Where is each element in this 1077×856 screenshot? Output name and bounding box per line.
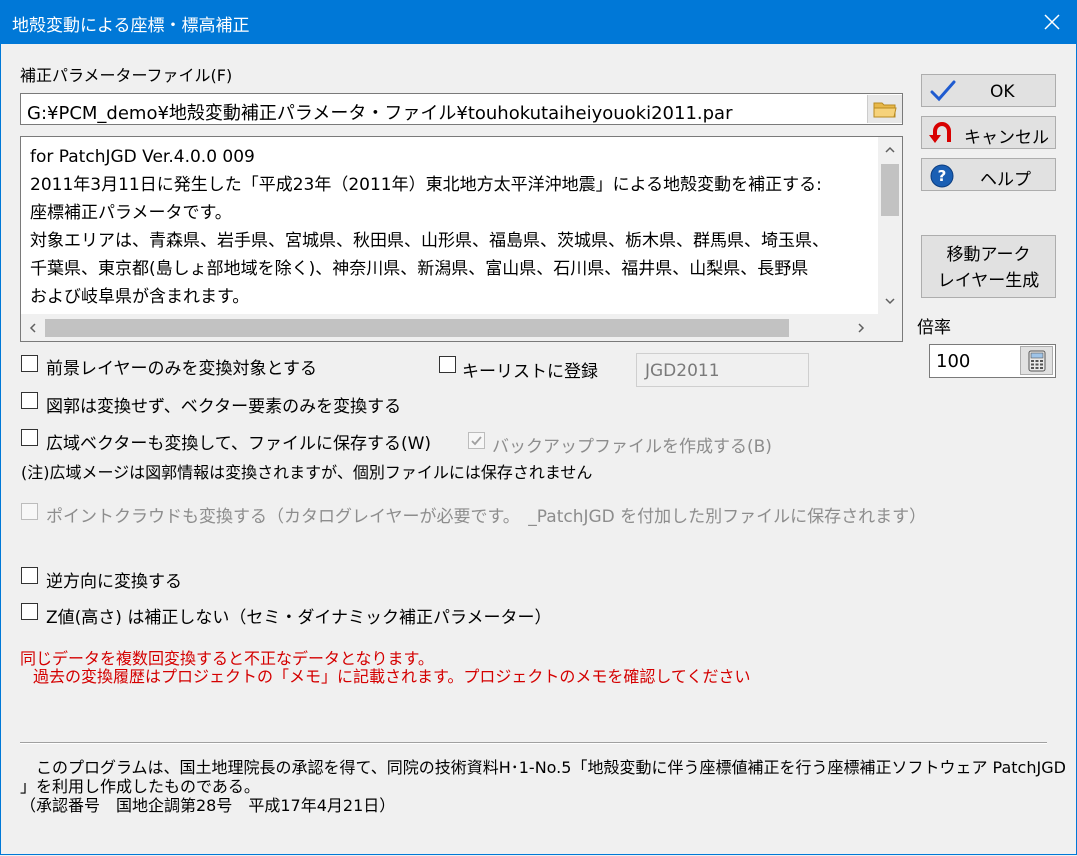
generate-move-arc-layer-button[interactable]: 移動アーク レイヤー生成 xyxy=(921,235,1056,298)
description-line: 千葉県、東京都(島しょ部地域を除く)、神奈川県、新潟県、富山県、石川県、福井県、… xyxy=(30,259,809,279)
param-file-path-text: G:¥PCM_demo¥地殻変動補正パラメータ・ファイル¥touhokutaih… xyxy=(27,103,733,124)
description-lines: for PatchJGD Ver.4.0.0 009 2011年3月11日に発生し… xyxy=(30,143,829,311)
title-bar: 地殻変動による座標・標高補正 xyxy=(0,0,1077,44)
no-z-correction-checkbox[interactable] xyxy=(21,603,38,620)
vertical-scroll-thumb[interactable] xyxy=(881,164,899,216)
reverse-label: 逆方向に変換する xyxy=(46,572,182,592)
notice-line-1: このプログラムは、国土地理院長の承認を得て、同院の技術資料H･1-No.5「地殻… xyxy=(20,758,1066,777)
vector-only-label: 図郭は変換せず、ベクター要素のみを変換する xyxy=(46,397,402,417)
cancel-label: キャンセル xyxy=(964,128,1049,148)
wide-vector-label: 広域ベクターも変換して、ファイルに保存する(W) xyxy=(46,434,432,454)
key-list-name-field[interactable]: JGD2011 xyxy=(636,353,809,387)
foreground-only-label: 前景レイヤーのみを変換対象とする xyxy=(46,359,317,379)
rate-value: 100 xyxy=(936,351,971,372)
arc-button-line2: レイヤー生成 xyxy=(937,271,1040,291)
question-icon: ? xyxy=(930,164,954,188)
svg-text:?: ? xyxy=(938,167,947,185)
backup-label: バックアップファイルを作成する(B) xyxy=(492,437,772,457)
backup-checkbox[interactable] xyxy=(468,432,485,449)
notice-line-3: （承認番号 国地企調第28号 平成17年4月21日） xyxy=(20,796,396,815)
description-horizontal-scrollbar[interactable] xyxy=(21,314,902,341)
rate-label: 倍率 xyxy=(917,318,951,338)
close-icon xyxy=(1044,14,1060,30)
description-line: 対象エリアは、青森県、岩手県、宮城県、秋田県、山形県、福島県、茨城県、栃木県、群… xyxy=(30,231,829,251)
point-cloud-checkbox[interactable] xyxy=(21,503,38,520)
scrollbar-corner xyxy=(878,314,902,341)
description-vertical-scrollbar[interactable] xyxy=(878,137,902,314)
wide-vector-checkbox[interactable] xyxy=(21,429,38,446)
description-line: および岐阜県が含まれます。 xyxy=(30,287,250,307)
vector-only-checkbox[interactable] xyxy=(21,392,38,409)
scroll-right-icon[interactable] xyxy=(857,323,865,333)
ok-label: OK xyxy=(990,82,1015,102)
horizontal-scroll-thumb[interactable] xyxy=(45,319,789,337)
key-list-checkbox[interactable] xyxy=(439,356,456,373)
notice-line-2: 」を利用し作成したものである。 xyxy=(20,777,260,796)
scroll-up-icon[interactable] xyxy=(885,146,895,154)
checked-mark-icon xyxy=(471,436,482,446)
parameter-description-textarea[interactable]: for PatchJGD Ver.4.0.0 009 2011年3月11日に発生し… xyxy=(20,136,903,342)
description-line: 2011年3月11日に発生した「平成23年（2011年）東北地方太平洋沖地震」に… xyxy=(30,175,822,195)
folder-icon xyxy=(873,102,897,118)
browse-folder-button[interactable] xyxy=(867,95,902,123)
checkmark-icon xyxy=(930,80,956,102)
warning-line-2: 過去の変換履歴はプロジェクトの「メモ」に記載されます。プロジェクトのメモを確認し… xyxy=(33,667,751,686)
cancel-button[interactable]: キャンセル xyxy=(921,116,1056,149)
scroll-down-icon[interactable] xyxy=(885,297,895,305)
help-label: ヘルプ xyxy=(980,170,1031,190)
close-button[interactable] xyxy=(1036,6,1068,38)
param-file-label: 補正パラメーターファイル(F) xyxy=(20,66,233,85)
calculator-icon xyxy=(1028,350,1045,371)
description-line: 座標補正パラメータです。 xyxy=(30,203,232,223)
key-list-label: キーリストに登録 xyxy=(462,362,598,382)
calculator-button[interactable] xyxy=(1020,346,1053,375)
undo-arrow-icon xyxy=(929,122,951,143)
approval-notice: このプログラムは、国土地理院長の承認を得て、同院の技術資料H･1-No.5「地殻… xyxy=(20,758,1066,815)
arc-button-line1: 移動アーク xyxy=(946,245,1031,265)
separator xyxy=(20,742,1047,744)
point-cloud-label: ポイントクラウドも変換する（カタログレイヤーが必要です。 _PatchJGD を… xyxy=(46,507,927,527)
no-z-correction-label: Z値(高さ) は補正しない（セミ・ダイナミック補正パラメーター） xyxy=(46,608,552,628)
ok-button[interactable]: OK xyxy=(921,74,1056,107)
scroll-left-icon[interactable] xyxy=(29,323,37,333)
help-button[interactable]: ? ヘルプ xyxy=(921,158,1056,191)
wide-vector-note: (注)広域メージは図郭情報は変換されますが、個別ファイルには保存されません xyxy=(21,463,593,482)
param-file-path-field[interactable]: G:¥PCM_demo¥地殻変動補正パラメータ・ファイル¥touhokutaih… xyxy=(20,93,903,125)
description-line: for PatchJGD Ver.4.0.0 009 xyxy=(30,147,255,167)
window-title: 地殻変動による座標・標高補正 xyxy=(12,16,250,36)
key-list-name-value: JGD2011 xyxy=(645,361,720,381)
reverse-checkbox[interactable] xyxy=(21,567,38,584)
foreground-only-checkbox[interactable] xyxy=(21,355,38,372)
